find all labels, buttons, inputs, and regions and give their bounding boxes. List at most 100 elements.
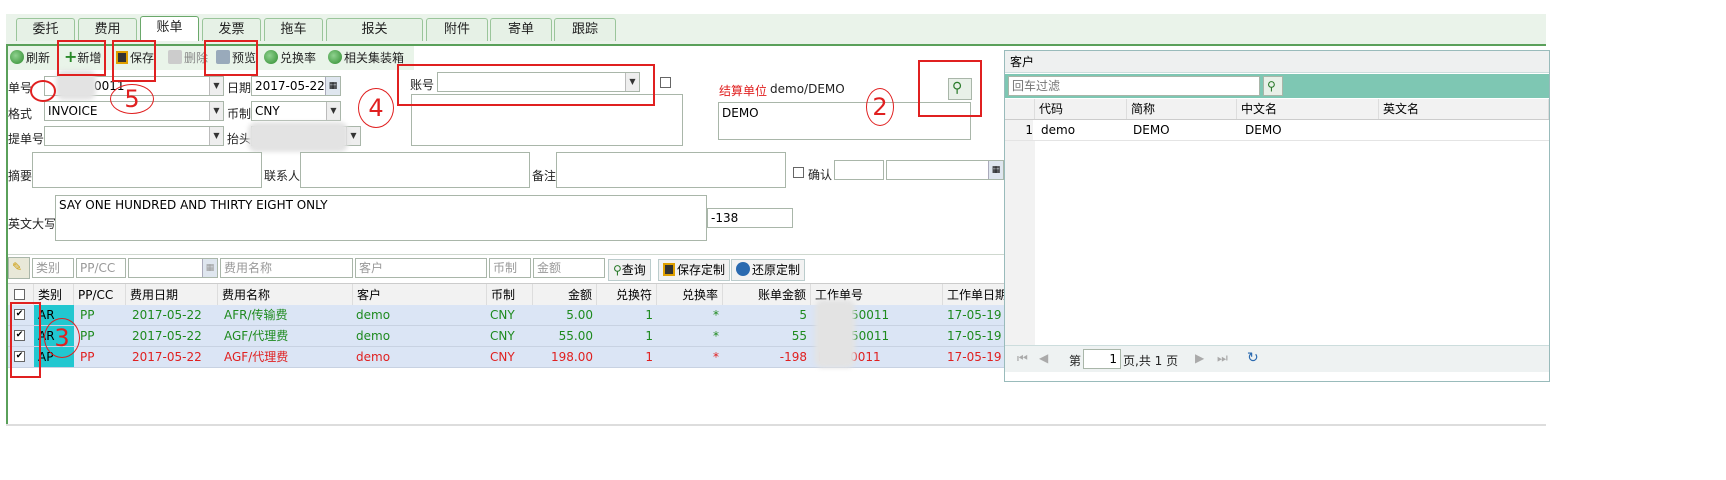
col-amount[interactable]: 金额	[533, 284, 597, 306]
col-en-name[interactable]: 英文名	[1379, 99, 1549, 119]
filter-category[interactable]: 类别	[32, 258, 74, 278]
tab-invoice[interactable]: 发票	[202, 18, 261, 41]
tab-attachment[interactable]: 附件	[426, 18, 488, 41]
col-sign[interactable]: 兑换符	[597, 284, 657, 306]
calendar-icon[interactable]: ▦	[988, 161, 1003, 179]
total-amount-field[interactable]: -138	[707, 208, 793, 228]
confirm-checkbox[interactable]	[793, 167, 804, 178]
customer-search-button[interactable]: ⚲	[1263, 76, 1283, 96]
restore-custom-button[interactable]: 还原定制	[731, 259, 806, 281]
reload-icon[interactable]: ↻	[1247, 350, 1259, 366]
account-checkbox[interactable]	[660, 77, 671, 88]
english-amount-field[interactable]: SAY ONE HUNDRED AND THIRTY EIGHT ONLY	[55, 195, 707, 241]
filter-fee-name[interactable]: 费用名称	[220, 258, 353, 278]
cell-bill: 5	[799, 308, 807, 322]
calendar-icon[interactable]: ▦	[325, 77, 340, 95]
table-row[interactable]: ✔ AP PP 2017-05-22 AGF/代理费 demo CNY 198.…	[6, 347, 1006, 368]
cell-date: 2017-05-22	[132, 329, 202, 343]
redacted-area	[248, 122, 348, 152]
tab-bill[interactable]: 账单	[140, 16, 199, 41]
page-total: 页,共 1 页	[1123, 354, 1179, 368]
next-page-icon[interactable]: ▶	[1195, 351, 1204, 365]
chevron-down-icon: ▼	[209, 127, 223, 145]
cell-amount: 198.00	[551, 350, 593, 364]
contact-label: 联系人	[264, 169, 301, 183]
cell-short-name: DEMO	[1133, 123, 1170, 137]
table-row[interactable]: ✔ AR PP 2017-05-22 AFR/传输费 demo CNY 5.00…	[6, 305, 1006, 326]
col-rate[interactable]: 兑换率	[657, 284, 723, 306]
tab-customs[interactable]: 报关	[326, 18, 423, 41]
redacted-area	[815, 300, 855, 368]
annotation-label-4: 4	[358, 88, 394, 128]
container-icon	[328, 50, 342, 64]
currency-label: 币制	[227, 107, 252, 121]
first-page-icon[interactable]: ⏮	[1017, 351, 1028, 366]
col-code[interactable]: 代码	[1035, 99, 1127, 119]
select-all-checkbox[interactable]	[14, 289, 25, 300]
col-bill-amount[interactable]: 账单金额	[723, 284, 811, 306]
delete-icon	[168, 50, 182, 64]
exchange-rate-button[interactable]: 兑换率	[264, 49, 316, 67]
clear-filter-button[interactable]: ✎	[8, 257, 30, 279]
date-label: 日期	[227, 81, 252, 95]
customer-panel: 客户 ⚲ 代码 简称 中文名 英文名 1 demo DEMO DEMO ⏮ ◀ …	[1004, 50, 1550, 382]
prev-page-icon[interactable]: ◀	[1039, 351, 1048, 365]
col-job-date[interactable]: 工作单日期	[943, 284, 1007, 306]
tab-mail[interactable]: 寄单	[490, 18, 552, 41]
calendar-icon[interactable]: ▦	[202, 259, 217, 277]
filter-customer[interactable]: 客户	[355, 258, 487, 278]
confirm-user-field[interactable]	[834, 160, 884, 180]
col-fee-name[interactable]: 费用名称	[218, 284, 353, 306]
tab-trucking[interactable]: 拖车	[264, 18, 323, 41]
annotation-box-save	[112, 40, 156, 82]
refresh-button[interactable]: 刷新	[10, 49, 50, 67]
filter-ppcc[interactable]: PP/CC	[76, 258, 126, 278]
col-fee-date[interactable]: 费用日期	[126, 284, 218, 306]
customer-row[interactable]: 1 demo DEMO DEMO	[1005, 120, 1549, 141]
cell-sign: 1	[645, 350, 653, 364]
currency-select[interactable]: CNY ▼	[251, 101, 341, 121]
cell-customer: demo	[356, 329, 391, 343]
col-ppcc[interactable]: PP/CC	[74, 284, 126, 306]
container-button[interactable]: 相关集装箱	[328, 49, 404, 67]
settle-label: 结算单位	[719, 84, 768, 98]
table-row[interactable]: ✔ AR PP 2017-05-22 AGF/代理费 demo CNY 55.0…	[6, 326, 1006, 347]
cell-rate: *	[713, 350, 719, 364]
last-page-icon[interactable]: ⏭	[1217, 351, 1228, 366]
filter-currency[interactable]: 币制	[489, 258, 531, 278]
save-custom-button[interactable]: 保存定制	[658, 259, 731, 281]
doc-no-label: 单号	[8, 81, 33, 95]
page-label: 第	[1069, 354, 1082, 368]
page-input[interactable]: 1	[1083, 349, 1121, 369]
col-currency[interactable]: 币制	[487, 284, 533, 306]
annotation-circle-docno	[30, 80, 56, 102]
col-short-name[interactable]: 简称	[1127, 99, 1237, 119]
cell-rate: *	[713, 308, 719, 322]
cell-customer: demo	[356, 350, 391, 364]
annotation-label-5: 5	[110, 84, 154, 114]
divider	[6, 254, 1004, 255]
contact-field[interactable]	[300, 152, 530, 188]
query-button[interactable]: ⚲查询	[608, 259, 651, 281]
col-customer[interactable]: 客户	[353, 284, 487, 306]
english-label: 英文大写	[8, 217, 57, 231]
remark-field[interactable]	[556, 152, 786, 188]
tab-track[interactable]: 跟踪	[554, 18, 616, 41]
cell-ppcc: PP	[80, 308, 95, 322]
filter-amount[interactable]: 金额	[533, 258, 605, 278]
date-field[interactable]: 2017-05-22 ▦	[251, 76, 341, 96]
filter-date[interactable]: ▦	[128, 258, 218, 278]
cell-rate: *	[713, 329, 719, 343]
confirm-date-field[interactable]: ▦	[886, 160, 1004, 180]
customer-filter-input[interactable]	[1008, 76, 1260, 96]
delete-button[interactable]: 删除	[168, 49, 208, 67]
customer-panel-title: 客户	[1005, 51, 1549, 73]
bottom-border	[6, 424, 1546, 426]
tab-entrust[interactable]: 委托	[16, 18, 75, 41]
col-cn-name[interactable]: 中文名	[1237, 99, 1379, 119]
tab-fee[interactable]: 费用	[78, 18, 137, 41]
settle-value: demo/DEMO	[770, 82, 845, 96]
summary-field[interactable]	[32, 152, 262, 188]
bl-select[interactable]: ▼	[44, 126, 224, 146]
format-label: 格式	[8, 107, 33, 121]
